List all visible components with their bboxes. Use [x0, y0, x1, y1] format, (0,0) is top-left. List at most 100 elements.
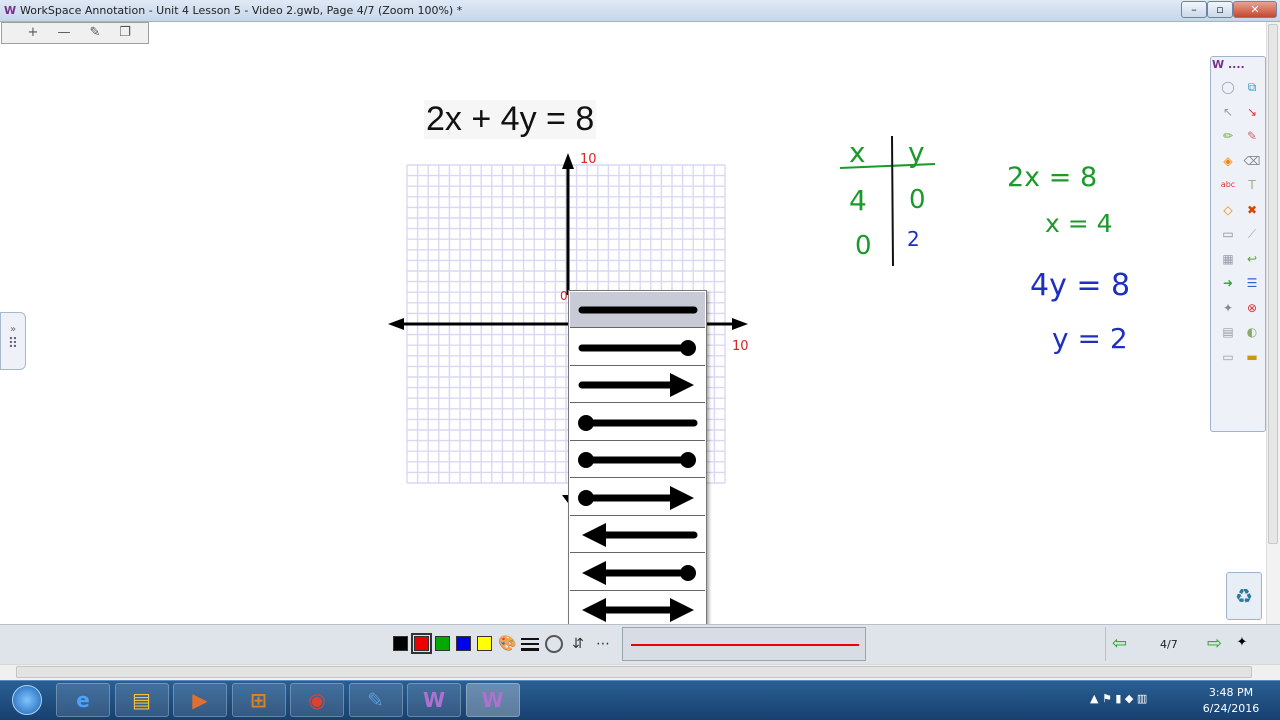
line-option-line-dot-start[interactable] — [570, 404, 705, 441]
line-option-glyph — [578, 306, 698, 314]
line-option-plain-line[interactable] — [570, 292, 705, 328]
folder-icon[interactable]: ▭ — [1219, 348, 1237, 366]
line-option-line-arrow-start-dot-end[interactable] — [570, 554, 705, 591]
maximize-button[interactable]: ▫ — [1207, 1, 1233, 18]
work-green-line2: x = 4 — [1045, 209, 1113, 238]
clock-date[interactable]: 6/24/2016 — [1196, 702, 1266, 715]
line-style-dropdown — [568, 290, 707, 630]
laser-pointer-icon[interactable]: ↘ — [1243, 103, 1261, 121]
work-blue-line2: y = 2 — [1052, 322, 1128, 355]
table-cell-r2-x: 0 — [855, 231, 872, 261]
minimize-button[interactable]: – — [1181, 1, 1207, 18]
y-axis-label: 10 — [580, 152, 597, 167]
select-icon[interactable]: ⧉ — [1243, 78, 1261, 96]
delete-icon[interactable]: ✖ — [1243, 201, 1261, 219]
line-option-glyph — [578, 373, 694, 397]
chrome-icon[interactable]: ◉ — [290, 683, 344, 717]
workspace-active-icon[interactable]: W — [465, 683, 520, 717]
recycle-icon[interactable]: ▬ — [1243, 348, 1261, 366]
line-option-line-dot-end[interactable] — [570, 329, 705, 366]
edit-page-icon[interactable]: ✎ — [84, 25, 106, 41]
file-explorer-icon[interactable]: ▤ — [114, 683, 169, 717]
color-picker-icon[interactable]: 🎨 — [498, 634, 517, 652]
line-option-line-arrow-start[interactable] — [570, 517, 705, 553]
line-width-icon[interactable] — [521, 636, 539, 652]
color-swatch[interactable] — [456, 636, 471, 651]
line-option-line-arrow-end[interactable] — [570, 367, 705, 403]
clear-icon[interactable]: ✦ — [1219, 299, 1237, 317]
text-format-icon[interactable]: T — [1243, 176, 1261, 194]
brush-icon[interactable] — [545, 635, 563, 653]
page-icon[interactable]: ▭ — [1219, 225, 1237, 243]
clock-time[interactable]: 3:48 PM — [1196, 686, 1266, 699]
media-player-icon[interactable]: ▶ — [173, 683, 227, 717]
line-style-icon[interactable]: ☰ — [1243, 274, 1261, 292]
tray-icons[interactable]: ▲ ⚑ ▮ ◆ ▥ — [1090, 692, 1147, 705]
line-option-glyph — [578, 339, 696, 356]
line-option-glyph — [582, 523, 698, 547]
table-cell-r1-y: 0 — [909, 185, 926, 215]
table-header-y: y — [908, 136, 925, 169]
delete-page-icon[interactable]: — — [53, 25, 75, 41]
arrow-icon[interactable]: ↖ — [1219, 103, 1237, 121]
notes-icon[interactable]: ✎ — [348, 683, 403, 717]
screen-icon[interactable]: ◐ — [1243, 323, 1261, 341]
line-option-glyph — [582, 560, 696, 585]
side-panel-tab[interactable]: » ⠿ — [0, 312, 26, 370]
table-icon[interactable]: ▦ — [1219, 250, 1237, 268]
line-option-line-dot-start-arrow-end[interactable] — [570, 479, 705, 516]
fill-icon[interactable]: ◈ — [1219, 152, 1237, 170]
color-swatch[interactable] — [435, 636, 450, 651]
prev-page-button[interactable]: ⇦ — [1112, 633, 1127, 654]
table-header-x: x — [849, 136, 866, 169]
line-option-line-arrow-both[interactable] — [570, 592, 705, 628]
line-spacing-icon[interactable]: ⇵ — [569, 635, 587, 653]
next-page-button[interactable]: ⇨ — [1207, 633, 1222, 654]
line-option-glyph — [578, 485, 694, 510]
shape-icon[interactable]: ◇ — [1219, 201, 1237, 219]
y-axis-arrow — [562, 153, 574, 169]
start-button[interactable] — [2, 681, 52, 719]
line-option-glyph — [582, 598, 694, 622]
palette-title[interactable]: W .... — [1212, 58, 1264, 74]
close-button[interactable]: ✕ — [1233, 1, 1277, 18]
line-option-glyph — [578, 452, 696, 468]
equation-text: 2x + 4y = 8 — [424, 100, 597, 139]
internet-explorer-icon[interactable]: e — [56, 683, 110, 717]
undo-icon[interactable]: ↩ — [1243, 250, 1261, 268]
table-cell-r1-x: 4 — [849, 184, 867, 217]
color-swatch[interactable] — [393, 636, 408, 651]
x-axis-right-arrow — [732, 318, 748, 330]
table-divider — [891, 135, 894, 267]
vertical-scroll-thumb[interactable] — [1268, 24, 1278, 544]
recycle-icon[interactable]: ♻ — [1226, 572, 1262, 620]
line-option-line-dot-both[interactable] — [570, 442, 705, 478]
workspace-app-icon: W — [4, 4, 17, 17]
eraser-icon[interactable]: ⌫ — [1243, 152, 1261, 170]
save-icon[interactable]: ⊗ — [1243, 299, 1261, 317]
line-tool-icon[interactable]: ⟋ — [1243, 225, 1261, 243]
dash-style-icon[interactable]: ⋯ — [594, 635, 612, 653]
line-option-glyph — [578, 414, 698, 431]
work-green-line1: 2x = 8 — [1007, 162, 1098, 193]
expand-icon: » — [9, 324, 17, 335]
line-preview[interactable] — [622, 627, 866, 661]
xy-table: x y 4 0 0 2 — [839, 135, 936, 267]
color-swatch[interactable] — [477, 636, 492, 651]
table-cell-r2-y: 2 — [907, 227, 920, 251]
duplicate-page-icon[interactable]: ❐ — [114, 25, 136, 41]
app-launcher-icon[interactable]: ⊞ — [231, 683, 286, 717]
pointer-icon[interactable]: ◯ — [1219, 78, 1237, 96]
page-indicator: 4/7 — [1160, 638, 1178, 651]
text-icon[interactable]: abc — [1219, 176, 1237, 194]
next-icon[interactable]: ➜ — [1219, 274, 1237, 292]
color-swatch[interactable] — [411, 633, 432, 654]
highlighter-icon[interactable]: ✎ — [1243, 127, 1261, 145]
camera-icon[interactable]: ▤ — [1219, 323, 1237, 341]
workspace-icon[interactable]: W — [407, 683, 461, 717]
x-axis-label: 10 — [732, 339, 749, 354]
page-tools-icon[interactable]: ✦ — [1233, 635, 1251, 653]
add-page-icon[interactable]: + — [22, 25, 44, 41]
pen-icon[interactable]: ✏ — [1219, 127, 1237, 145]
horizontal-scroll-thumb[interactable] — [16, 666, 1252, 678]
